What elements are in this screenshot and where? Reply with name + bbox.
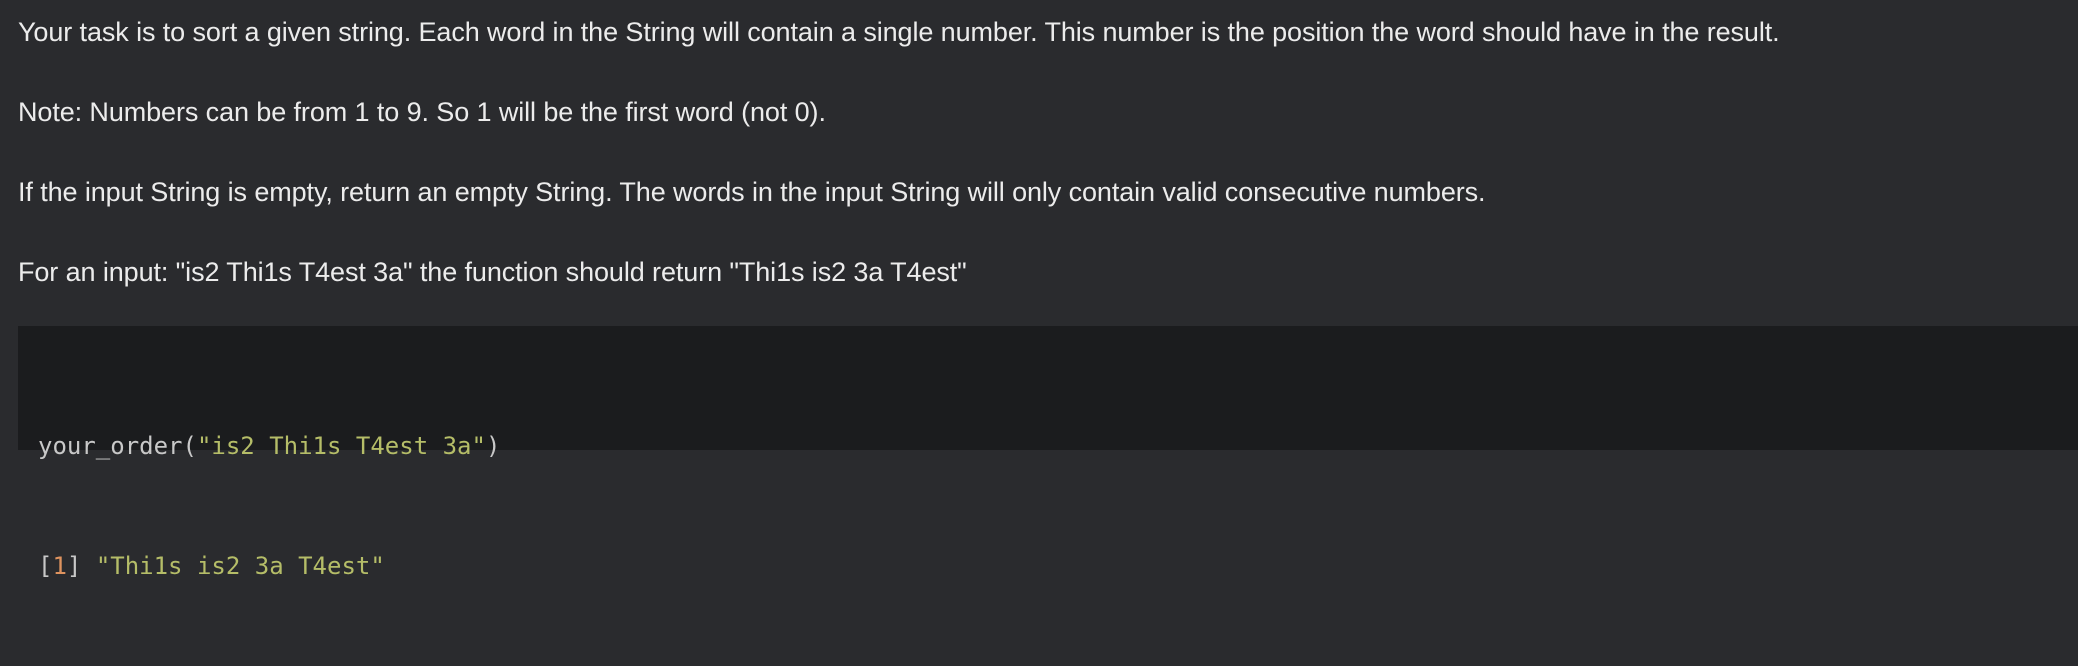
description-paragraph-task: Your task is to sort a given string. Eac… <box>18 17 1780 47</box>
code-output-index-value: 1 <box>52 552 67 580</box>
code-example-block: your_order("is2 Thi1s T4est 3a") [1] "Th… <box>18 326 2078 580</box>
description-paragraph-example: For an input: "is2 Thi1s T4est 3a" the f… <box>18 257 967 287</box>
kata-description: Your task is to sort a given string. Eac… <box>0 0 2078 580</box>
code-close-paren: ) <box>485 432 501 460</box>
code-function-call: your_order( <box>38 432 197 460</box>
description-paragraph-empty-input: If the input String is empty, return an … <box>18 177 1486 207</box>
description-paragraph-note: Note: Numbers can be from 1 to 9. So 1 w… <box>18 97 826 127</box>
code-line-call: your_order("is2 Thi1s T4est 3a") <box>38 426 2058 466</box>
code-line-output: [1] "Thi1s is2 3a T4est" <box>38 546 2058 586</box>
code-argument-string: "is2 Thi1s T4est 3a" <box>196 432 486 460</box>
code-output-result-string: "Thi1s is2 3a T4est" <box>95 552 385 580</box>
code-output-index-close: ] <box>66 552 82 580</box>
code-output-index-open: [ <box>38 552 53 580</box>
